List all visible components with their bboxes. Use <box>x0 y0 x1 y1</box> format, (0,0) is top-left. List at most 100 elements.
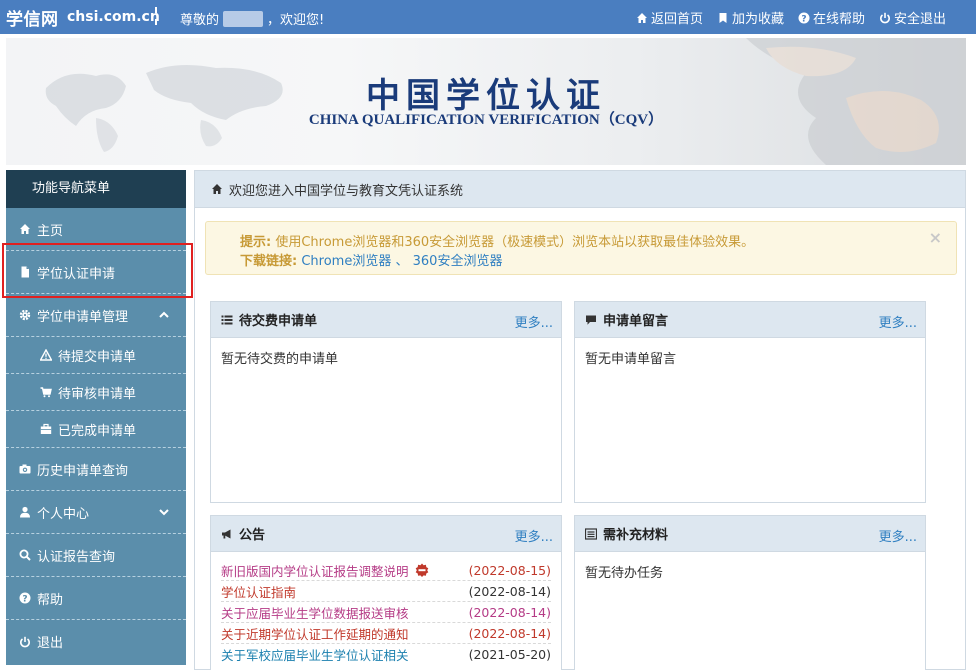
chrome-download-link[interactable]: Chrome浏览器 <box>301 254 391 269</box>
svg-text:?: ? <box>22 594 27 604</box>
sidebar-item-label: 主页 <box>37 223 64 239</box>
sidebar-item-pending-submit[interactable]: 待提交申请单 <box>6 337 186 374</box>
sidebar-header: 功能导航菜单 <box>6 170 186 208</box>
list-item[interactable]: 学位认证指南 (2022-08-14) <box>221 581 551 602</box>
user-icon <box>20 506 30 518</box>
sidebar-item-label: 学位申请单管理 <box>37 309 129 325</box>
new-badge-icon <box>415 563 428 577</box>
sidebar-item-label: 认证报告查询 <box>37 549 116 565</box>
panel-empty-text: 暂无待办任务 <box>585 566 664 581</box>
list-alt-icon <box>585 527 597 540</box>
download-line: 下载链接: Chrome浏览器 、 360安全浏览器 <box>240 250 502 269</box>
panel-messages: 申请单留言 更多... 暂无申请单留言 <box>574 301 926 503</box>
help-icon: ? <box>798 12 810 24</box>
sidebar-item-label: 个人中心 <box>37 506 90 522</box>
sidebar-item-label: 待审核申请单 <box>58 386 137 402</box>
add-favorite-link[interactable]: 加为收藏 <box>717 8 784 27</box>
greeting-prefix: 尊敬的 <box>180 13 220 28</box>
main-content: 欢迎您进入中国学位与教育文凭认证系统 提示: 使用Chrome浏览器和360安全… <box>194 170 966 670</box>
main-heading-bar: 欢迎您进入中国学位与教育文凭认证系统 <box>195 171 965 208</box>
online-help-label: 在线帮助 <box>812 12 865 27</box>
sidebar-item-completed[interactable]: 已完成申请单 <box>6 411 186 448</box>
panel-header: 需补充材料 更多... <box>575 516 925 552</box>
megaphone-icon <box>222 529 231 538</box>
return-home-link[interactable]: 返回首页 <box>636 8 703 27</box>
notice-title[interactable]: 关于应届毕业生学位数据报送审核 <box>221 603 409 622</box>
power-icon <box>20 636 30 647</box>
notice-date: (2022-08-14) <box>468 625 551 641</box>
list-icon <box>221 315 233 324</box>
sidebar-item-label: 历史申请单查询 <box>37 463 129 479</box>
list-item[interactable]: 关于军校应届毕业生学位认证相关 (2021-05-20) <box>221 644 551 665</box>
notice-title[interactable]: 关于近期学位认证工作延期的通知 <box>221 624 409 643</box>
sidebar-item-application-management[interactable]: 学位申请单管理 <box>6 294 186 337</box>
return-home-label: 返回首页 <box>650 12 703 27</box>
power-icon <box>880 12 890 23</box>
home-icon <box>20 224 30 234</box>
sidebar-item-label: 退出 <box>37 636 64 651</box>
highlight-box <box>2 243 193 298</box>
sidebar-item-label: 待提交申请单 <box>58 349 137 365</box>
svg-text:?: ? <box>801 14 806 24</box>
download-label: 下载链接: <box>240 254 298 269</box>
brand-domain[interactable]: chsi.com.cn <box>67 9 160 25</box>
link-separator: 、 <box>395 254 409 269</box>
safe-logout-link[interactable]: 安全退出 <box>879 8 946 27</box>
panel-unpaid: 待交费申请单 更多... 暂无待交费的申请单 <box>210 301 562 503</box>
sidebar-item-report-query[interactable]: 认证报告查询 <box>6 534 186 577</box>
notice-title[interactable]: 新旧版国内学位认证报告调整说明 <box>221 561 409 580</box>
chevron-up-icon[interactable] <box>158 309 170 321</box>
gear-icon <box>19 309 31 321</box>
banner-subtitle: CHINA QUALIFICATION VERIFICATION（CQV） <box>308 112 664 128</box>
sidebar-item-pending-review[interactable]: 待审核申请单 <box>6 374 186 411</box>
sidebar-item-label: 已完成申请单 <box>58 423 137 439</box>
close-icon[interactable]: × <box>929 228 942 247</box>
top-links: 返回首页 加为收藏 ? 在线帮助 安全退出 <box>636 8 946 27</box>
360-download-link[interactable]: 360安全浏览器 <box>413 254 503 269</box>
panel-supplement: 需补充材料 更多... 暂无待办任务 <box>574 515 926 670</box>
warning-icon <box>40 349 52 361</box>
panel-empty-text: 暂无待交费的申请单 <box>221 352 339 367</box>
notice-list: 新旧版国内学位认证报告调整说明 (2022-08-15) 学位认证指南 (202… <box>211 552 561 665</box>
more-link[interactable]: 更多... <box>879 312 917 331</box>
tip-label: 提示: <box>240 235 272 250</box>
help-icon: ? <box>19 592 31 604</box>
notice-date: (2022-08-14) <box>468 583 551 599</box>
notice-title[interactable]: 关于军校应届毕业生学位认证相关 <box>221 645 409 664</box>
browser-tip-alert: 提示: 使用Chrome浏览器和360安全浏览器（极速模式）浏览本站以获取最佳体… <box>205 221 957 275</box>
sidebar-item-label: 帮助 <box>37 592 64 608</box>
home-icon <box>636 12 647 23</box>
header-banner: 中国学位认证 CHINA QUALIFICATION VERIFICATION（… <box>6 38 966 165</box>
comment-icon <box>586 315 596 325</box>
sidebar-item-logout[interactable]: 退出 <box>6 620 186 663</box>
panel-header: 申请单留言 更多... <box>575 302 925 338</box>
tip-line: 提示: 使用Chrome浏览器和360安全浏览器（极速模式）浏览本站以获取最佳体… <box>240 231 754 250</box>
panel-notice: 公告 更多... 新旧版国内学位认证报告调整说明 (2022-08-15) 学位… <box>210 515 562 670</box>
more-link[interactable]: 更多... <box>515 312 553 331</box>
notice-date: (2022-08-15) <box>468 562 551 578</box>
sidebar-item-help[interactable]: ? 帮助 <box>6 577 186 620</box>
panel-empty-text: 暂无申请单留言 <box>585 352 677 367</box>
chevron-down-icon[interactable] <box>158 506 170 518</box>
list-item[interactable]: 关于应届毕业生学位数据报送审核 (2022-08-14) <box>221 602 551 623</box>
briefcase-icon <box>40 423 52 434</box>
list-item[interactable]: 新旧版国内学位认证报告调整说明 (2022-08-15) <box>221 560 551 581</box>
top-bar: 学信网 chsi.com.cn 尊敬的 ，欢迎您! 返回首页 加为收藏 ? 在线帮… <box>0 0 976 34</box>
panel-title: 公告 <box>239 528 266 543</box>
more-link[interactable]: 更多... <box>879 526 917 545</box>
notice-title[interactable]: 学位认证指南 <box>221 582 296 601</box>
safe-logout-label: 安全退出 <box>893 12 946 27</box>
home-icon <box>212 184 222 194</box>
list-item[interactable]: 关于近期学位认证工作延期的通知 (2022-08-14) <box>221 623 551 644</box>
add-favorite-label: 加为收藏 <box>731 12 784 27</box>
more-link[interactable]: 更多... <box>515 526 553 545</box>
panel-title: 申请单留言 <box>603 314 669 329</box>
notice-date: (2021-05-20) <box>468 647 551 662</box>
panel-title: 需补充材料 <box>603 528 669 543</box>
brand-logo[interactable]: 学信网 <box>6 5 59 30</box>
camera-icon <box>19 464 31 474</box>
search-icon <box>19 549 31 561</box>
sidebar-item-personal-center[interactable]: 个人中心 <box>6 491 186 534</box>
sidebar-item-history-query[interactable]: 历史申请单查询 <box>6 448 186 491</box>
online-help-link[interactable]: ? 在线帮助 <box>798 8 865 27</box>
